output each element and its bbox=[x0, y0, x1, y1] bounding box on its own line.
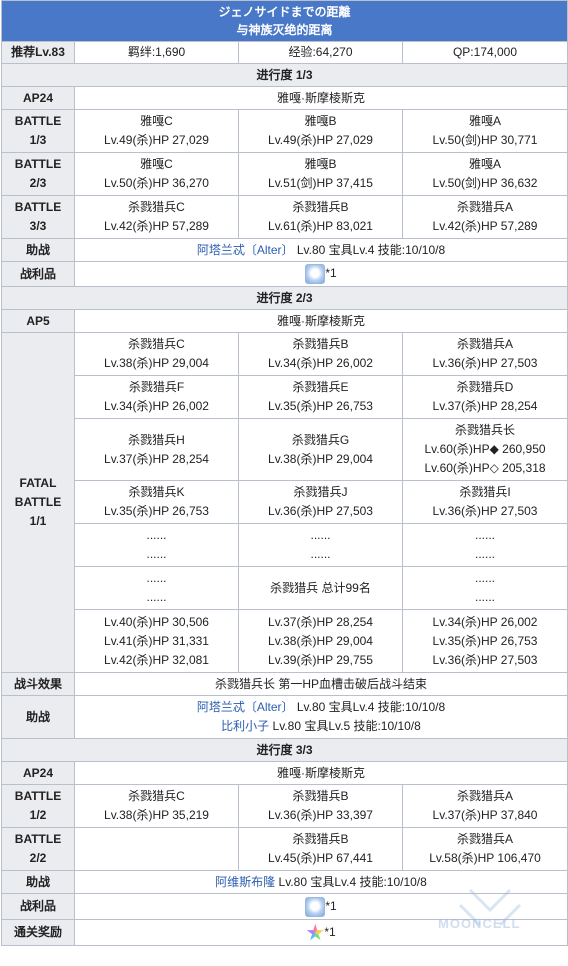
saint-quartz-icon[interactable] bbox=[306, 923, 324, 941]
p3-reward-label: 通关奖励 bbox=[1, 919, 75, 946]
watermark-text: MOONCELL bbox=[438, 916, 521, 931]
p2-ellipsis-5: ............ bbox=[401, 566, 568, 610]
p1-support-label: 助战 bbox=[1, 238, 75, 262]
p3-b2-enemy-b: 杀戮猎兵B Lv.45(杀)HP 67,441 bbox=[238, 827, 403, 871]
p1-battle-2-label: BATTLE 2/3 bbox=[1, 152, 75, 196]
p3-b1-enemy-b: 杀戮猎兵B Lv.36(杀)HP 33,397 bbox=[238, 784, 403, 828]
p2-fatal-battle-label: FATAL BATTLE 1/1 bbox=[1, 332, 75, 673]
p2-enemy-k: 杀戮猎兵K Lv.35(杀)HP 26,753 bbox=[74, 480, 239, 524]
p2-enemy-h: 杀戮猎兵H Lv.37(杀)HP 28,254 bbox=[74, 418, 239, 481]
p2-support-servant-1-link[interactable]: 阿塔兰忒〔Alter〕 bbox=[197, 700, 294, 714]
p1-battle-3-label: BATTLE 3/3 bbox=[1, 195, 75, 239]
p2-stats-col-3: Lv.34(杀)HP 26,002 Lv.35(杀)HP 26,753 Lv.36(… bbox=[401, 609, 568, 673]
p2-ellipsis-4: ............ bbox=[74, 566, 239, 610]
title-cn: 与神族灭绝的距离 bbox=[236, 23, 333, 37]
p2-ap: AP5 bbox=[1, 309, 75, 333]
p3-b2-enemy-a: 杀戮猎兵A Lv.58(杀)HP 106,470 bbox=[401, 827, 568, 871]
qp-value: QP:174,000 bbox=[401, 41, 568, 64]
p2-enemy-leader: 杀戮猎兵长 Lv.60(杀)HP◆ 260,950 Lv.60(杀)HP◇ 205,… bbox=[401, 418, 568, 481]
p1-b2-enemy-a: 雅嘎A Lv.50(剑)HP 36,632 bbox=[401, 152, 568, 196]
p3-battle-2-label: BATTLE 2/2 bbox=[1, 827, 75, 871]
p1-b1-enemy-b: 雅嘎B Lv.49(杀)HP 27,029 bbox=[238, 109, 403, 153]
p2-enemy-d: 杀戮猎兵D Lv.37(杀)HP 28,254 bbox=[401, 375, 568, 419]
p2-enemy-g: 杀戮猎兵G Lv.38(杀)HP 29,004 bbox=[238, 418, 403, 481]
p3-b1-enemy-a: 杀戮猎兵A Lv.37(杀)HP 37,840 bbox=[401, 784, 568, 828]
progress-3-header: 进行度 3/3 bbox=[0, 738, 568, 762]
bond-value: 羁绊:1,690 bbox=[74, 41, 239, 64]
p1-location: 雅嘎·斯摩棱斯克 bbox=[73, 86, 568, 110]
progress-1-header: 进行度 1/3 bbox=[0, 63, 568, 87]
info-row: 推荐Lv.83 羁绊:1,690 经验:64,270 QP:174,000 bbox=[1, 41, 568, 64]
p1-b2-enemy-b: 雅嘎B Lv.51(剑)HP 37,415 bbox=[238, 152, 403, 196]
p2-enemy-b: 杀戮猎兵B Lv.34(杀)HP 26,002 bbox=[238, 332, 403, 376]
p3-ap: AP24 bbox=[1, 761, 75, 785]
p2-total-count: 杀戮猎兵 总计99名 bbox=[238, 566, 403, 610]
p1-b3-enemy-c: 杀戮猎兵C Lv.42(杀)HP 57,289 bbox=[74, 195, 239, 239]
p2-enemy-e: 杀戮猎兵E Lv.35(杀)HP 26,753 bbox=[238, 375, 403, 419]
p1-support-servant-link[interactable]: 阿塔兰忒〔Alter〕 bbox=[197, 243, 294, 257]
material-item-icon[interactable] bbox=[305, 264, 326, 284]
exp-value: 经验:64,270 bbox=[238, 41, 403, 64]
p1-battle-1-label: BATTLE 1/3 bbox=[1, 109, 75, 153]
p2-effect: 杀戮猎兵长 第一HP血槽击破后战斗结束 bbox=[73, 672, 568, 696]
p3-support-label: 助战 bbox=[1, 870, 75, 894]
title-jp: ジェノサイドまでの距離 bbox=[218, 5, 351, 19]
p2-ellipsis-2: ............ bbox=[238, 523, 403, 567]
material-item-icon[interactable] bbox=[305, 896, 326, 917]
p2-enemy-a: 杀戮猎兵A Lv.36(杀)HP 27,503 bbox=[401, 332, 568, 376]
p2-location: 雅嘎·斯摩棱斯克 bbox=[73, 309, 568, 333]
p1-ap: AP24 bbox=[1, 86, 75, 110]
p3-support: 阿维斯布隆 Lv.80 宝具Lv.4 技能:10/10/8 bbox=[73, 870, 568, 894]
quest-table: ジェノサイドまでの距離 与神族灭绝的距离 推荐Lv.83 羁绊:1,690 经验… bbox=[0, 0, 568, 946]
p1-drop: *1 bbox=[73, 261, 568, 287]
title-row: ジェノサイドまでの距離 与神族灭绝的距离 bbox=[0, 0, 568, 42]
p1-b1-enemy-c: 雅嘎C Lv.49(杀)HP 27,029 bbox=[74, 109, 239, 153]
p3-location: 雅嘎·斯摩棱斯克 bbox=[73, 761, 568, 785]
p1-b3-enemy-a: 杀戮猎兵A Lv.42(杀)HP 57,289 bbox=[401, 195, 568, 239]
recommended-level: 推荐Lv.83 bbox=[1, 41, 75, 64]
p2-effect-label: 战斗效果 bbox=[1, 672, 75, 696]
p3-support-servant-link[interactable]: 阿维斯布隆 bbox=[215, 875, 275, 889]
p3-b2-empty bbox=[74, 827, 239, 871]
p1-b1-enemy-a: 雅嘎A Lv.50(剑)HP 30,771 bbox=[401, 109, 568, 153]
p1-b3-enemy-b: 杀戮猎兵B Lv.61(杀)HP 83,021 bbox=[238, 195, 403, 239]
p2-enemy-c: 杀戮猎兵C Lv.38(杀)HP 29,004 bbox=[74, 332, 239, 376]
p2-stats-col-1: Lv.40(杀)HP 30,506 Lv.41(杀)HP 31,331 Lv.42(… bbox=[74, 609, 239, 673]
p3-battle-1-label: BATTLE 1/2 bbox=[1, 784, 75, 828]
p2-support-servant-2-link[interactable]: 比利小子 bbox=[221, 719, 269, 733]
progress-2-header: 进行度 2/3 bbox=[0, 286, 568, 310]
p2-ellipsis-3: ............ bbox=[401, 523, 568, 567]
p2-enemy-f: 杀戮猎兵F Lv.34(杀)HP 26,002 bbox=[74, 375, 239, 419]
p3-drop-label: 战利品 bbox=[1, 893, 75, 920]
p2-enemy-j: 杀戮猎兵J Lv.36(杀)HP 27,503 bbox=[238, 480, 403, 524]
p1-b2-enemy-c: 雅嘎C Lv.50(杀)HP 36,270 bbox=[74, 152, 239, 196]
p2-support: 阿塔兰忒〔Alter〕 Lv.80 宝具Lv.4 技能:10/10/8 比利小子… bbox=[73, 695, 568, 739]
p2-enemy-i: 杀戮猎兵I Lv.36(杀)HP 27,503 bbox=[401, 480, 568, 524]
p2-stats-col-2: Lv.37(杀)HP 28,254 Lv.38(杀)HP 29,004 Lv.39(… bbox=[238, 609, 403, 673]
p1-drop-label: 战利品 bbox=[1, 261, 75, 287]
p2-ellipsis-1: ............ bbox=[74, 523, 239, 567]
p3-b1-enemy-c: 杀戮猎兵C Lv.38(杀)HP 35,219 bbox=[74, 784, 239, 828]
p2-support-label: 助战 bbox=[1, 695, 75, 739]
p1-support: 阿塔兰忒〔Alter〕 Lv.80 宝具Lv.4 技能:10/10/8 bbox=[73, 238, 568, 262]
